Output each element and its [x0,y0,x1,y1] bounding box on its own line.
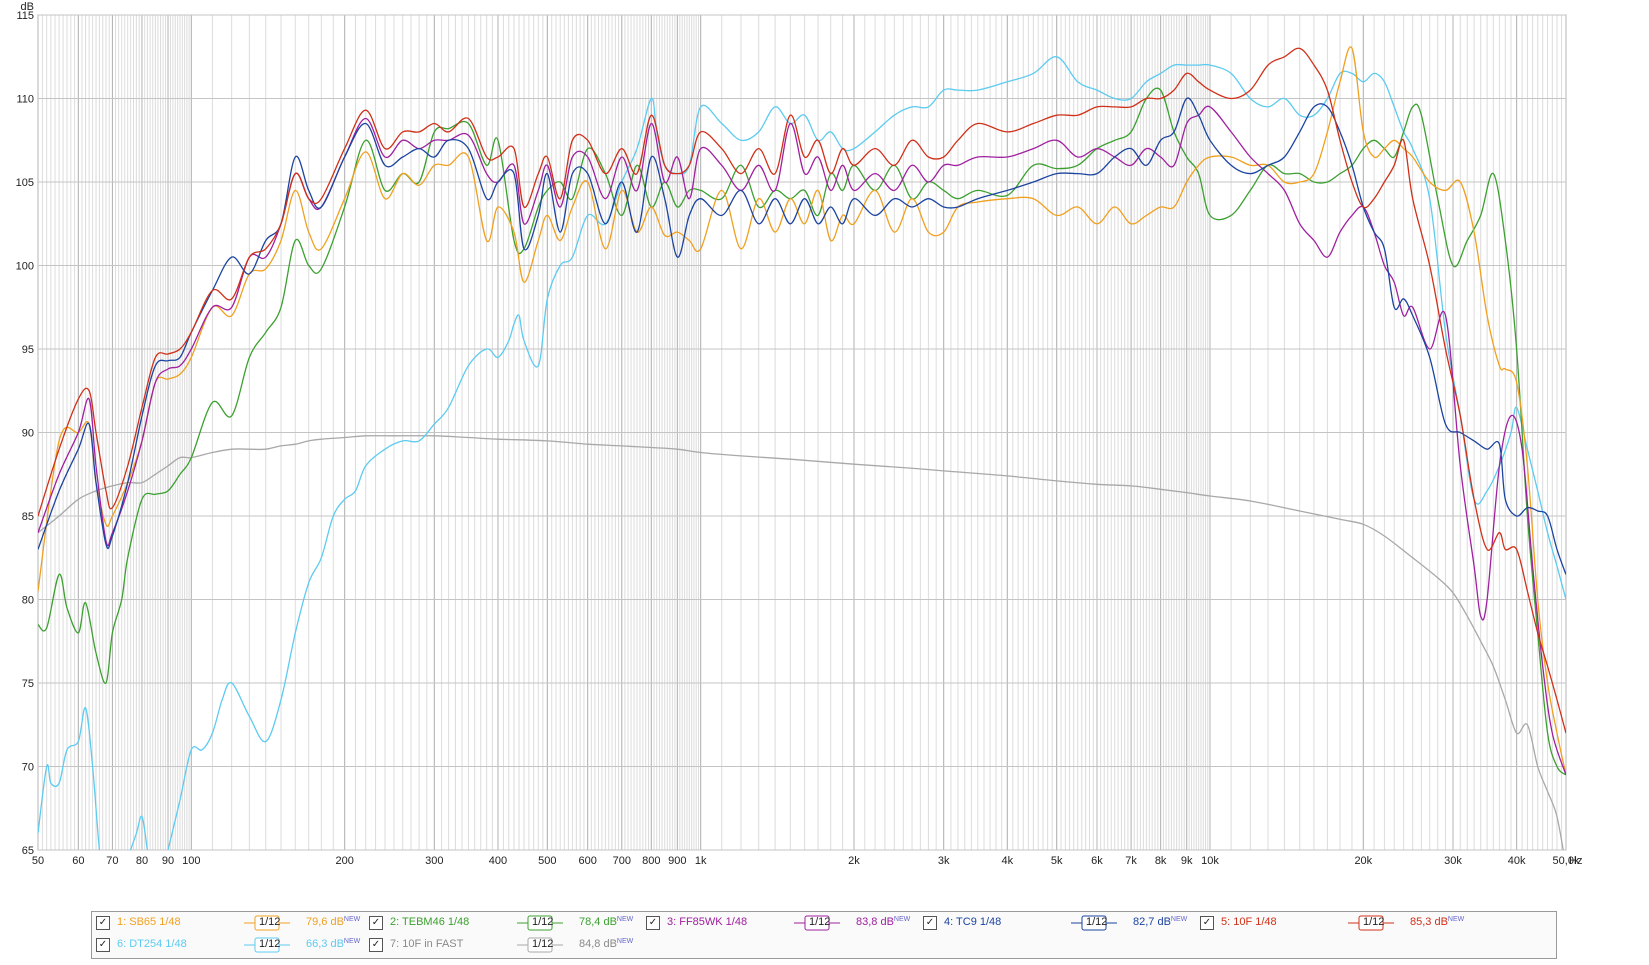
smoothing-button[interactable]: 1/12 [244,914,290,932]
smoothing-label: 1/12 [532,916,554,928]
x-tick-label: 40k [1508,855,1526,867]
x-tick-label: 300 [425,855,443,867]
new-badge: NEW [616,938,634,945]
x-tick-label: 10k [1201,855,1219,867]
x-tick-label: 70 [106,855,118,867]
series-name: 7: 10F in FAST [390,938,464,950]
smoothing-label: 1/12 [532,938,554,950]
x-tick-label: 80 [136,855,148,867]
x-tick-label: 9k [1181,855,1193,867]
y-tick-label: 65 [22,845,34,857]
x-axis-label: Hz [1569,855,1582,867]
x-tick-label: 7k [1125,855,1137,867]
smoothing-button[interactable]: 1/12 [517,914,563,932]
x-tick-label: 600 [578,855,596,867]
series-checkbox[interactable]: ✓ [96,916,110,930]
x-tick-label: 30k [1444,855,1462,867]
y-tick-label: 85 [22,511,34,523]
x-tick-label: 700 [613,855,631,867]
new-badge: NEW [1170,916,1188,923]
smoothing-label: 1/12 [1086,916,1108,928]
x-tick-label: 500 [538,855,556,867]
series-name: 6: DT254 1/48 [117,938,187,950]
series-name: 1: SB65 1/48 [117,916,181,928]
x-tick-label: 800 [642,855,660,867]
legend-panel: ✓ 1: SB65 1/48 1/12 79,6 dBNEW ✓ 2: TEBM… [91,911,1557,959]
new-badge: NEW [616,916,634,923]
x-tick-label: 1k [695,855,707,867]
y-tick-label: 75 [22,678,34,690]
y-axis-label: dB [21,1,34,13]
x-tick-label: 8k [1155,855,1167,867]
x-tick-label: 6k [1091,855,1103,867]
smoothing-button[interactable]: 1/12 [1071,914,1117,932]
x-tick-label: 90 [162,855,174,867]
x-tick-label: 4k [1001,855,1013,867]
smoothing-button[interactable]: 1/12 [244,936,290,954]
series-level: 83,8 dBNEW [856,916,911,928]
smoothing-button[interactable]: 1/12 [1348,914,1394,932]
x-tick-label: 3k [938,855,950,867]
smoothing-label: 1/12 [259,916,281,928]
series-level: 82,7 dBNEW [1133,916,1188,928]
smoothing-label: 1/12 [809,916,831,928]
new-badge: NEW [1447,916,1465,923]
x-tick-label: 200 [335,855,353,867]
series-level: 79,6 dBNEW [306,916,361,928]
series-name: 3: FF85WK 1/48 [667,916,748,928]
series-checkbox[interactable]: ✓ [369,916,383,930]
series-name: 5: 10F 1/48 [1221,916,1277,928]
series-checkbox[interactable]: ✓ [1200,916,1214,930]
series-level: 84,8 dBNEW [579,938,634,950]
series-level: 85,3 dBNEW [1410,916,1465,928]
x-tick-label: 20k [1354,855,1372,867]
new-badge: NEW [343,916,361,923]
y-tick-label: 80 [22,595,34,607]
x-tick-label: 5k [1051,855,1063,867]
series-name: 2: TEBM46 1/48 [390,916,470,928]
new-badge: NEW [343,938,361,945]
x-tick-label: 100 [182,855,200,867]
series-level: 66,3 dBNEW [306,938,361,950]
y-tick-label: 95 [22,344,34,356]
series-checkbox[interactable]: ✓ [369,938,383,952]
y-tick-label: 90 [22,428,34,440]
series-name: 4: TC9 1/48 [944,916,1002,928]
series-checkbox[interactable]: ✓ [646,916,660,930]
smoothing-button[interactable]: 1/12 [794,914,840,932]
series-checkbox[interactable]: ✓ [96,938,110,952]
x-tick-label: 2k [848,855,860,867]
x-tick-label: 900 [668,855,686,867]
x-tick-label: 400 [489,855,507,867]
y-tick-label: 110 [16,94,34,106]
series-level: 78,4 dBNEW [579,916,634,928]
y-tick-label: 105 [16,177,34,189]
new-badge: NEW [893,916,911,923]
series-checkbox[interactable]: ✓ [923,916,937,930]
smoothing-button[interactable]: 1/12 [517,936,563,954]
smoothing-label: 1/12 [1363,916,1385,928]
frequency-response-chart: 50 60 70 80 90 100 200 300 400 500 600 700 800 900 1k 2… [16,1,1583,867]
smoothing-label: 1/12 [259,938,281,950]
x-tick-label: 60 [72,855,84,867]
y-tick-label: 100 [16,261,34,273]
y-tick-label: 70 [22,762,34,774]
